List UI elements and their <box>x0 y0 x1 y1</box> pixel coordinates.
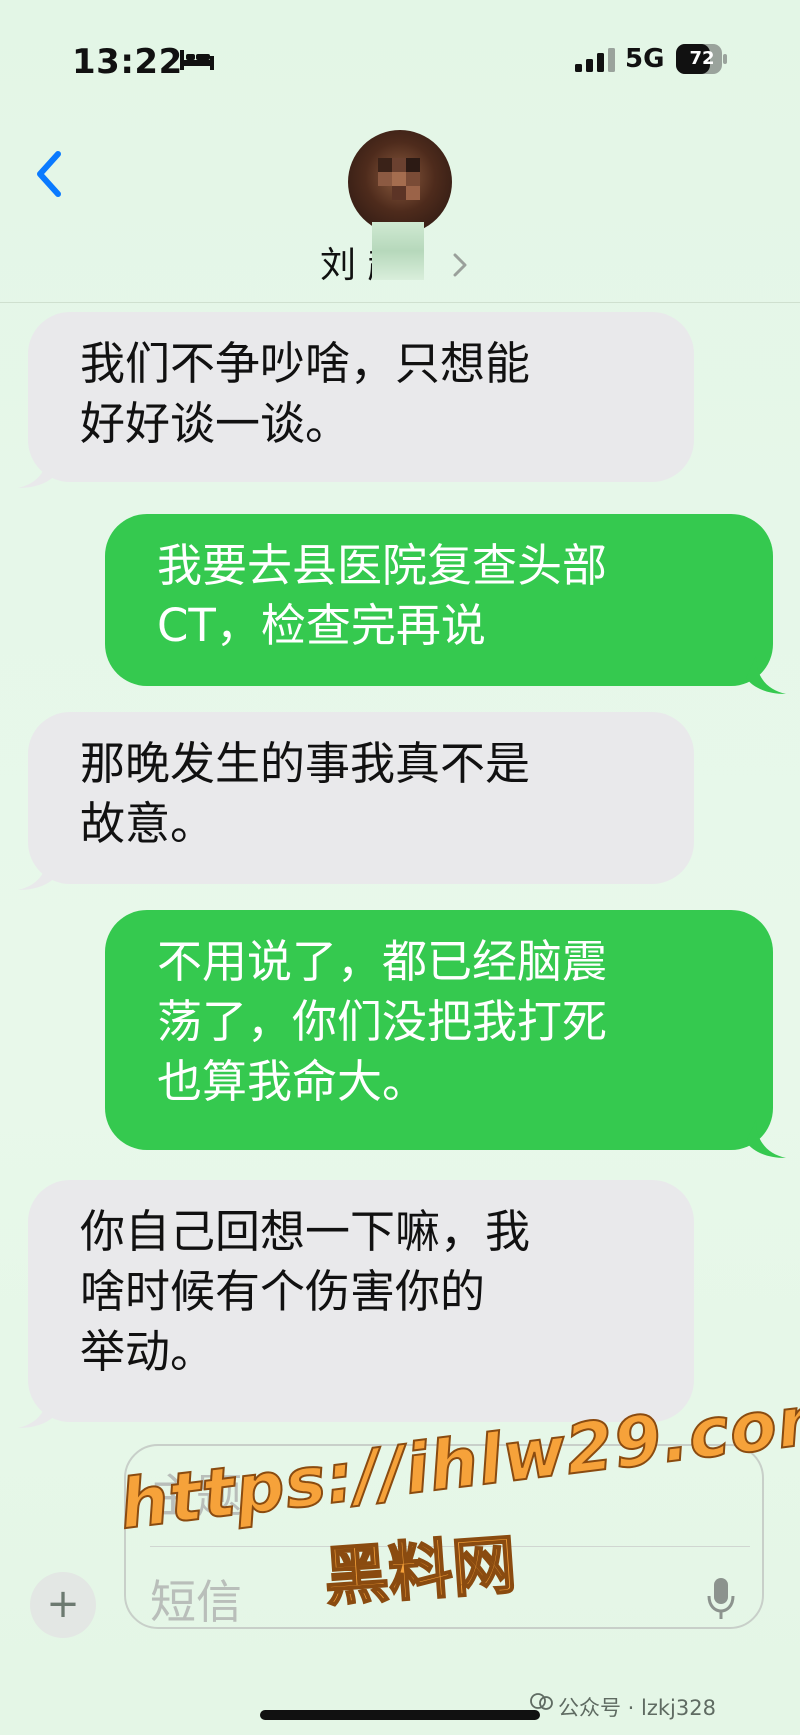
message-text: 你自己回想一下嘛，我 啥时候有个伤害你的 举动。 <box>80 1205 531 1378</box>
message-received[interactable]: 你自己回想一下嘛，我 啥时候有个伤害你的 举动。 <box>28 1180 694 1422</box>
account-attribution: 公众号 · lzkj328 <box>558 1696 716 1720</box>
chevron-right-icon[interactable] <box>452 252 468 278</box>
message-text: 我要去县医院复查头部 CT，检查完再说 <box>157 539 608 652</box>
status-time: 13:22 <box>72 42 183 82</box>
message-sent[interactable]: 不用说了，都已经脑震 荡了，你们没把我打死 也算我命大。 <box>105 910 773 1150</box>
watermark-site-name: 黑料网 <box>321 1527 520 1616</box>
bubble-tail <box>18 1390 58 1428</box>
message-sent[interactable]: 我要去县医院复查头部 CT，检查完再说 <box>105 514 773 686</box>
contact-avatar[interactable] <box>348 130 452 234</box>
avatar-mosaic <box>378 172 392 186</box>
avatar-mosaic <box>392 158 406 172</box>
avatar-mosaic <box>406 172 420 186</box>
message-received[interactable]: 我们不争吵啥，只想能 好好谈一谈。 <box>28 312 694 482</box>
bubble-tail <box>746 656 786 694</box>
message-field[interactable]: 短信 <box>150 1566 242 1632</box>
message-received[interactable]: 那晚发生的事我真不是 故意。 <box>28 712 694 884</box>
plus-icon: + <box>46 1581 80 1627</box>
home-indicator[interactable] <box>260 1710 540 1720</box>
add-attachment-button[interactable]: + <box>30 1572 96 1638</box>
avatar-mosaic <box>406 158 420 172</box>
message-text: 不用说了，都已经脑震 荡了，你们没把我打死 也算我命大。 <box>157 935 608 1108</box>
sleep-focus-icon <box>180 50 214 70</box>
microphone-icon[interactable] <box>706 1578 736 1622</box>
avatar-mosaic <box>406 186 420 200</box>
header-divider <box>0 302 800 303</box>
avatar-mosaic <box>378 158 392 172</box>
message-text: 那晚发生的事我真不是 故意。 <box>80 737 531 850</box>
avatar-mosaic <box>392 186 406 200</box>
cellular-signal-icon <box>575 48 615 72</box>
bubble-tail <box>18 450 58 488</box>
avatar-mosaic <box>392 172 406 186</box>
name-mosaic <box>372 222 424 280</box>
message-text: 我们不争吵啥，只想能 好好谈一谈。 <box>80 337 531 450</box>
network-type: 5G <box>625 44 665 74</box>
bubble-tail <box>746 1120 786 1158</box>
bubble-tail <box>18 852 58 890</box>
chevron-left-icon[interactable] <box>34 150 64 198</box>
battery-level: 72 <box>689 48 715 69</box>
wechat-official-account-icon <box>530 1693 553 1710</box>
